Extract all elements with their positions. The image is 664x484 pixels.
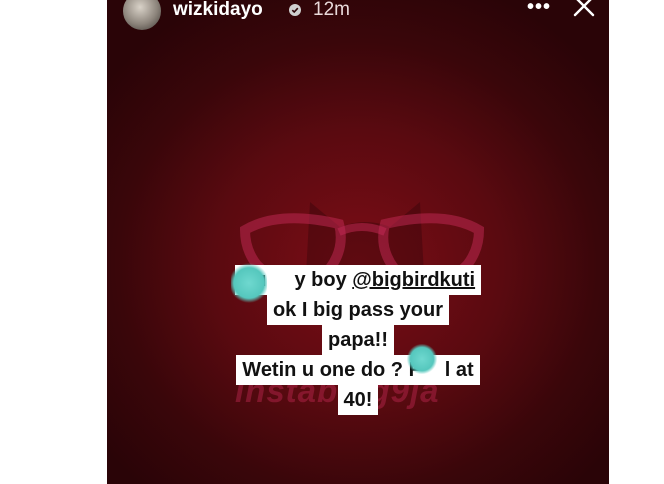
avatar[interactable] <box>121 0 163 32</box>
username[interactable]: wizkidayo <box>173 0 263 20</box>
story-viewer[interactable]: wizkidayo 12m ••• instablog9ja Puy boy @… <box>107 0 609 484</box>
story-caption: Puy boy @bigbirdkuti ok I big pass your … <box>107 265 609 415</box>
story-header: wizkidayo 12m ••• <box>107 0 609 32</box>
caption-line-5: 40! <box>337 385 379 415</box>
mention-link[interactable]: @bigbirdkuti <box>352 269 475 291</box>
more-options-button[interactable]: ••• <box>527 0 551 19</box>
post-time: 12m <box>313 0 350 20</box>
verified-badge-icon <box>289 4 301 16</box>
caption-line-1: Puy boy @bigbirdkuti <box>234 265 482 295</box>
caption-line-4-end: l at <box>444 359 474 381</box>
close-icon[interactable] <box>572 0 596 18</box>
caption-line-1-mid: y boy <box>294 269 353 291</box>
caption-line-2: ok I big pass your <box>266 295 450 325</box>
caption-line-3: papa!! <box>322 325 394 355</box>
censor-blot <box>407 344 437 374</box>
caption-line-4-start: Wetin u one do ? F <box>242 359 421 381</box>
caption-line-4: Wetin u one do ? F l at <box>236 355 480 385</box>
censor-blot <box>231 262 267 304</box>
